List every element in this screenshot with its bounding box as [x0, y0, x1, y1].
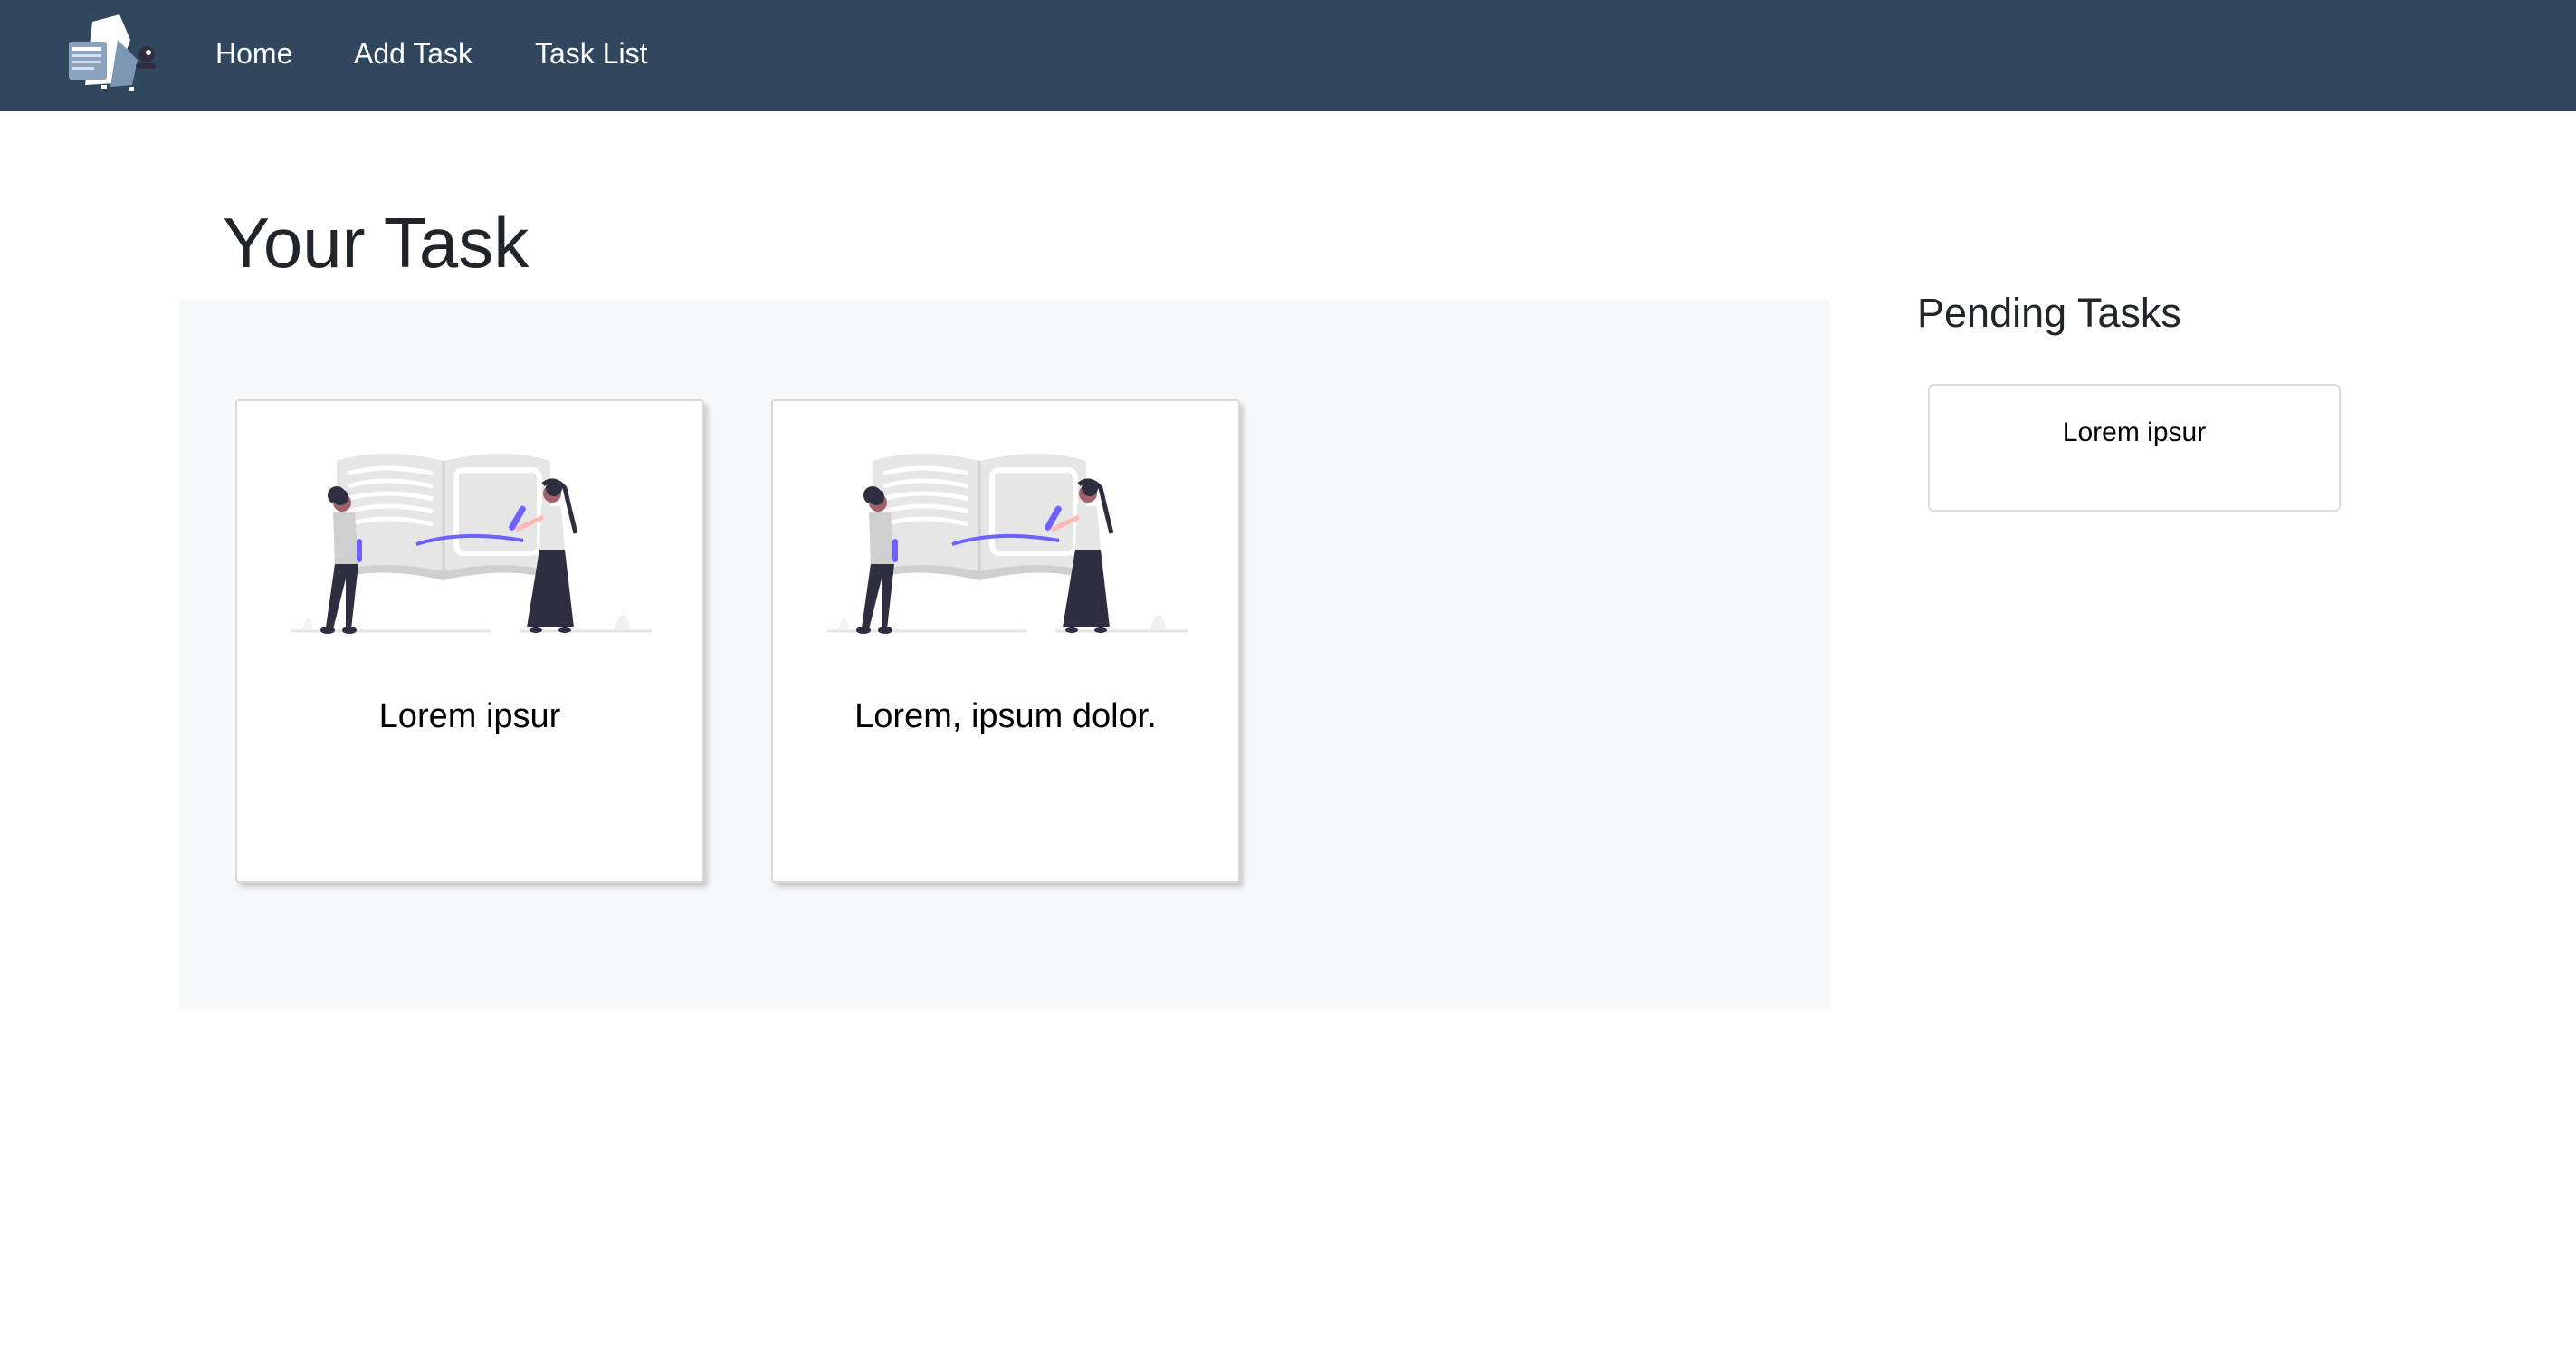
- reading-book-illustration: [818, 428, 1197, 646]
- task-panel: Lorem ipsur Lorem, ipsum dolor.: [179, 300, 1830, 1010]
- pending-task-item[interactable]: Lorem ipsur: [1928, 384, 2341, 512]
- task-card-title: Lorem ipsur: [378, 697, 561, 735]
- task-card-title: Lorem, ipsum dolor.: [854, 697, 1157, 735]
- task-card[interactable]: Lorem, ipsum dolor.: [771, 399, 1240, 883]
- pending-tasks-title: Pending Tasks: [1917, 290, 2181, 336]
- navbar: Home Add Task Task List: [0, 0, 2576, 111]
- brand-logo-icon[interactable]: [65, 13, 165, 94]
- task-card[interactable]: Lorem ipsur: [235, 399, 704, 883]
- reading-book-illustration: [282, 428, 661, 646]
- pending-task-label: Lorem ipsur: [2062, 417, 2207, 447]
- nav-link-add-task[interactable]: Add Task: [354, 33, 472, 74]
- page-title: Your Task: [223, 203, 530, 283]
- nav-link-task-list[interactable]: Task List: [535, 33, 647, 74]
- nav-link-home[interactable]: Home: [215, 33, 292, 74]
